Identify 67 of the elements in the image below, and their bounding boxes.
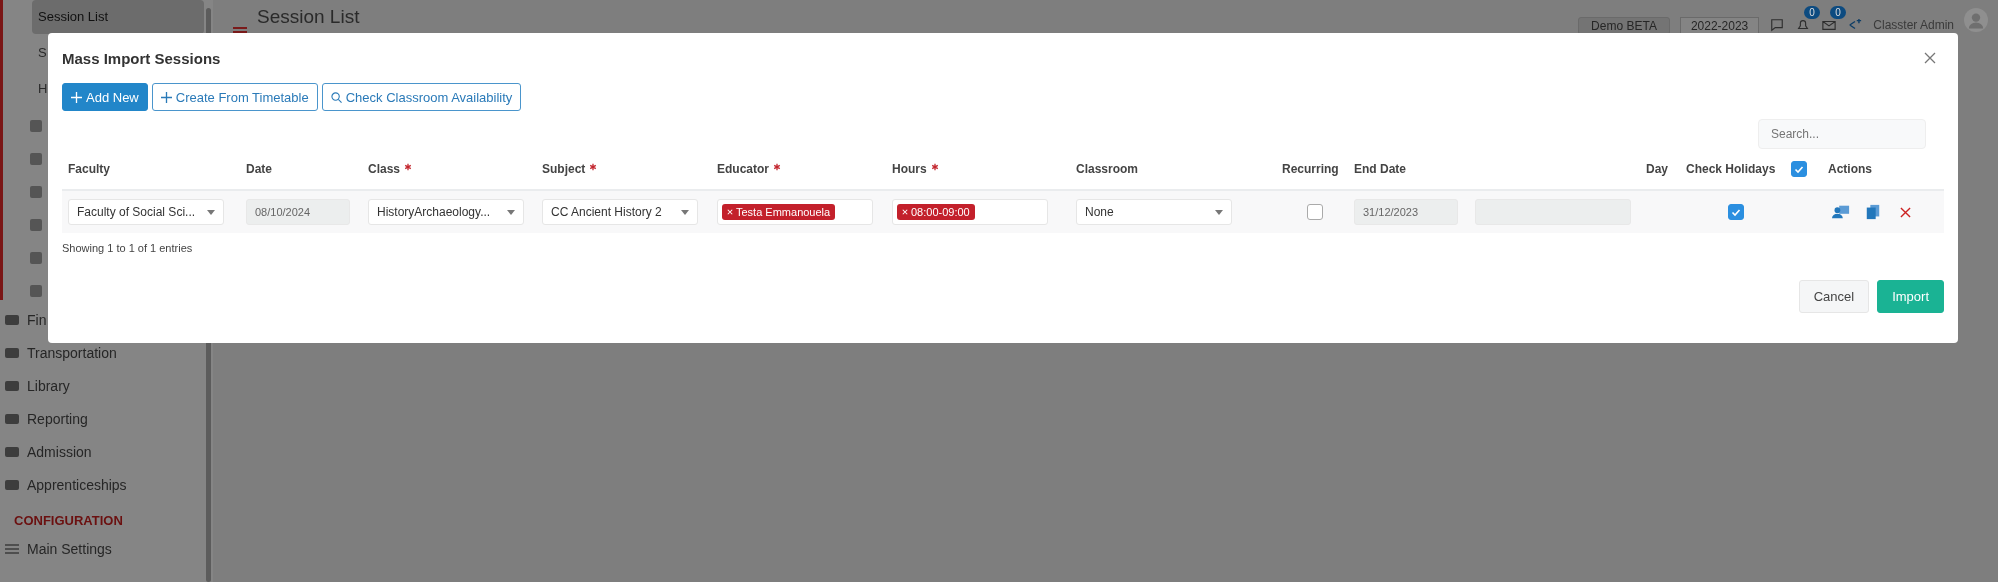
- assign-person-icon[interactable]: [1832, 204, 1850, 220]
- column-header: Actions: [1828, 162, 1872, 176]
- required-icon: [589, 163, 598, 171]
- sidebar-item[interactable]: Library: [27, 377, 70, 394]
- subject-select[interactable]: CC Ancient History 2: [542, 199, 698, 225]
- column-header: Date: [246, 162, 272, 176]
- share-icon[interactable]: [1847, 18, 1864, 32]
- dialog-button[interactable]: Import: [1877, 280, 1944, 313]
- copy-icon[interactable]: [1864, 204, 1882, 220]
- sidebar-icon[interactable]: [28, 217, 44, 233]
- class-select[interactable]: HistoryArchaeology...: [368, 199, 524, 225]
- end-date-field[interactable]: 31/12/2023: [1354, 199, 1458, 225]
- section-heading: CONFIGURATION: [13, 512, 124, 530]
- toolbar-button[interactable]: Check Classroom Availability: [321, 83, 522, 111]
- hours-field[interactable]: 08:00-09:00: [892, 199, 1048, 225]
- sidebar-item[interactable]: Fin: [27, 311, 47, 328]
- notification-badge: 0: [1804, 6, 1820, 19]
- column-header: Hours: [892, 162, 927, 176]
- column-header: Class: [368, 162, 401, 176]
- plus-icon: [160, 91, 172, 103]
- delete-icon[interactable]: [1900, 206, 1911, 218]
- sidebar-item[interactable]: Admission: [27, 443, 92, 460]
- toolbar-button[interactable]: Create From Timetable: [151, 83, 318, 111]
- required-icon: [930, 163, 939, 171]
- educator-tag[interactable]: Testa Emmanouela: [722, 204, 836, 220]
- column-header: Recurring: [1282, 162, 1339, 176]
- sidebar-icon[interactable]: [28, 283, 44, 299]
- hours-tag[interactable]: 08:00-09:00: [897, 204, 975, 220]
- toolbar-button[interactable]: Add New: [62, 83, 148, 111]
- column-header: Faculty: [68, 162, 110, 176]
- educator-field[interactable]: Testa Emmanouela: [717, 199, 873, 225]
- column-header: End Date: [1354, 162, 1406, 176]
- plus-icon: [71, 91, 82, 103]
- sidebar-item[interactable]: Apprenticeships: [27, 476, 127, 493]
- column-header: Classroom: [1076, 162, 1139, 176]
- page-title: Session List: [257, 6, 360, 28]
- close-icon[interactable]: [1924, 52, 1936, 64]
- check-holidays-checkbox[interactable]: [1727, 204, 1744, 220]
- column-header: Check Holidays: [1686, 162, 1776, 176]
- remove-icon[interactable]: [902, 209, 908, 215]
- search-icon: [330, 91, 342, 103]
- required-icon: [404, 163, 413, 171]
- entries-info: Showing 1 to 1 of 1 entries: [62, 241, 194, 254]
- required-icon: [773, 163, 781, 171]
- sidebar-item[interactable]: Transportation: [27, 344, 117, 361]
- modal-title: Mass Import Sessions: [62, 49, 221, 67]
- search-field[interactable]: Search...: [1758, 119, 1926, 149]
- recurring-checkbox[interactable]: [1307, 204, 1323, 220]
- column-header: Day: [1646, 162, 1668, 176]
- dialog-button[interactable]: Cancel: [1798, 280, 1870, 313]
- column-header: Subject: [542, 162, 586, 176]
- column-header: Educator: [717, 162, 769, 176]
- classroom-select[interactable]: None: [1076, 199, 1232, 225]
- select-all-checkbox[interactable]: [1791, 161, 1807, 177]
- faculty-select[interactable]: Faculty of Social Sci...: [68, 199, 224, 225]
- sidebar-icon[interactable]: [28, 151, 44, 167]
- date-field[interactable]: 08/10/2024: [246, 199, 350, 225]
- remove-icon[interactable]: [727, 209, 733, 215]
- sidebar-item[interactable]: Reporting: [27, 410, 88, 427]
- message-badge: 0: [1830, 6, 1846, 19]
- sidebar-icon[interactable]: [28, 118, 44, 134]
- envelope-icon[interactable]: [1821, 18, 1838, 32]
- sidebar-icon[interactable]: [28, 250, 44, 266]
- user-menu[interactable]: Classter Admin: [1873, 18, 1954, 32]
- sidebar-item[interactable]: Session List: [32, 0, 204, 34]
- sidebar-icon[interactable]: [28, 184, 44, 200]
- sidebar-item[interactable]: Main Settings: [27, 540, 112, 557]
